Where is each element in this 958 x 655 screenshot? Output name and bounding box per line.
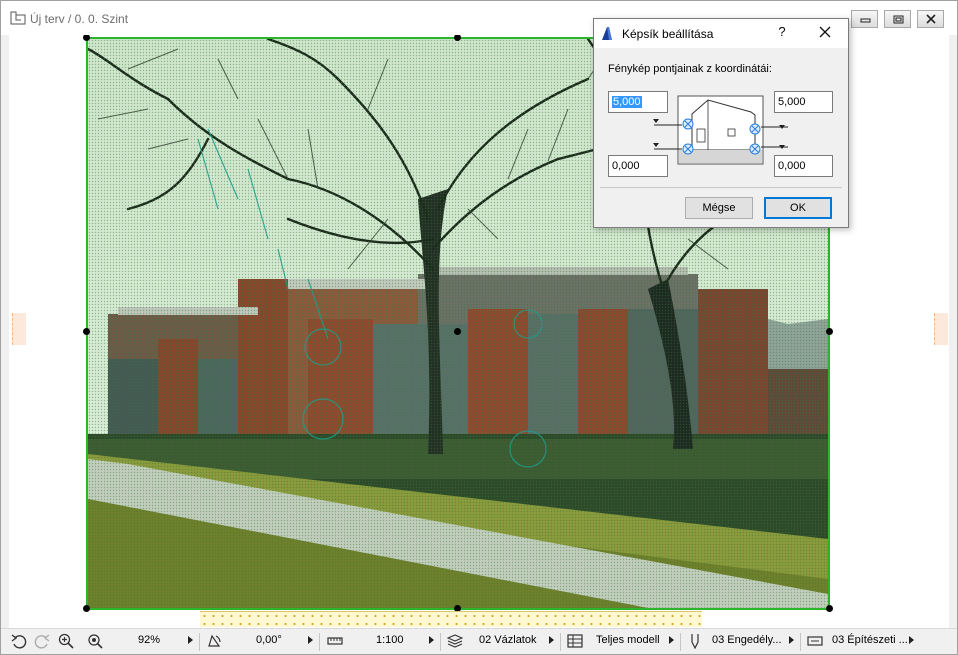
image-plane-settings-dialog: Képsík beállítása ? Fénykép pontjainak z…	[593, 18, 849, 228]
minimize-icon	[860, 18, 871, 23]
restore-button[interactable]	[884, 10, 911, 28]
dimension-menu-arrow[interactable]	[909, 636, 914, 644]
redo-icon[interactable]	[34, 633, 50, 649]
zoom-menu-arrow[interactable]	[188, 636, 193, 644]
zoom-in-icon[interactable]	[58, 633, 74, 649]
tracker-strip	[200, 611, 702, 627]
floor-plan-icon	[10, 11, 26, 25]
selection-handle[interactable]	[826, 605, 833, 612]
pen-set-icon[interactable]	[687, 633, 703, 649]
close-icon[interactable]	[816, 23, 834, 41]
left-edge-handle[interactable]	[12, 313, 26, 345]
zoom-value[interactable]: 92%	[138, 634, 160, 646]
selection-handle[interactable]	[83, 605, 90, 612]
rotate-view-icon[interactable]	[206, 633, 222, 649]
ok-button[interactable]: OK	[764, 197, 832, 219]
archicad-logo-icon	[602, 27, 612, 40]
minimize-button[interactable]	[851, 10, 878, 28]
close-icon	[926, 14, 936, 24]
scale-ruler-icon[interactable]	[327, 633, 343, 649]
window-title: Új terv / 0. 0. Szint	[30, 12, 129, 26]
selection-handle[interactable]	[454, 328, 461, 335]
pen-set-menu-arrow[interactable]	[789, 636, 794, 644]
selection-handle[interactable]	[826, 328, 833, 335]
rotation-angle-value[interactable]: 0,00°	[256, 634, 282, 646]
toolbar-separator	[319, 633, 320, 651]
toolbar-separator	[199, 633, 200, 651]
top-left-z-value: 5,000	[612, 96, 642, 108]
close-window-button[interactable]	[917, 10, 944, 28]
toolbar-separator	[680, 633, 681, 651]
dimension-standard-icon[interactable]	[807, 633, 823, 649]
angle-menu-arrow[interactable]	[308, 636, 313, 644]
scale-menu-arrow[interactable]	[429, 636, 434, 644]
selection-handle[interactable]	[83, 328, 90, 335]
undo-icon[interactable]	[11, 633, 27, 649]
dimension-standard-value[interactable]: 03 Építészeti ...	[832, 634, 908, 646]
view-toolbar: 92% 0,00° 1:100 02 Vázlatok Teljes model…	[1, 628, 957, 654]
zoom-fit-icon[interactable]	[87, 633, 103, 649]
dialog-separator	[600, 187, 842, 188]
dialog-title-bar: Képsík beállítása ?	[594, 19, 848, 48]
model-view-menu-arrow[interactable]	[669, 636, 674, 644]
house-diagram-icon	[653, 95, 788, 165]
dialog-title: Képsík beállítása	[622, 27, 714, 41]
model-view-value[interactable]: Teljes modell	[596, 634, 660, 646]
application-window: Új terv / 0. 0. Szint Képsík beállítása …	[0, 0, 958, 655]
help-button[interactable]: ?	[774, 24, 790, 42]
layer-combination-value[interactable]: 02 Vázlatok	[479, 634, 536, 646]
right-edge-handle[interactable]	[934, 313, 948, 345]
cancel-button[interactable]: Mégse	[685, 197, 753, 219]
restore-icon	[893, 15, 904, 24]
layer-menu-arrow[interactable]	[549, 636, 554, 644]
toolbar-separator	[440, 633, 441, 651]
scale-value[interactable]: 1:100	[376, 634, 404, 646]
pen-set-value[interactable]: 03 Engedély...	[712, 634, 782, 646]
layers-icon[interactable]	[447, 633, 463, 649]
z-coordinates-label: Fénykép pontjainak z koordinátái:	[608, 63, 772, 75]
toolbar-separator	[800, 633, 801, 651]
toolbar-separator	[560, 633, 561, 651]
model-view-icon[interactable]	[567, 633, 583, 649]
